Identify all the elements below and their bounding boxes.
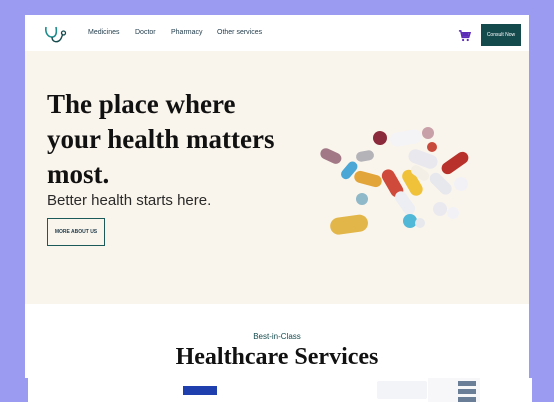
services-eyebrow: Best-in-Class: [253, 332, 301, 341]
preview-button[interactable]: [183, 386, 217, 395]
page-frame: Medicines Doctor Pharmacy Other services…: [25, 15, 529, 378]
services-title: Healthcare Services: [175, 344, 379, 370]
hero-title: The place where your health matters most…: [47, 89, 275, 189]
consult-now-button[interactable]: Consult Now: [481, 24, 521, 46]
preview-sidebar: [428, 378, 480, 402]
pills-illustration: [320, 127, 469, 235]
nav-medicines[interactable]: Medicines: [88, 29, 120, 36]
more-about-us-button[interactable]: MORE ABOUT US: [47, 218, 105, 246]
preview-thumbnail: [458, 381, 476, 386]
hero-subtitle: Better health starts here.: [47, 192, 212, 209]
nav-other-services[interactable]: Other services: [217, 29, 262, 36]
nav-doctor[interactable]: Doctor: [135, 29, 156, 36]
preview-thumbnail: [458, 397, 476, 402]
preview-panel: [377, 381, 427, 399]
preview-thumbnail: [458, 389, 476, 394]
next-page-preview: [28, 378, 532, 402]
hero-section: The place where your health matters most…: [25, 51, 529, 304]
top-navbar: Medicines Doctor Pharmacy Other services…: [25, 15, 529, 51]
nav-pharmacy[interactable]: Pharmacy: [171, 29, 203, 36]
stethoscope-icon[interactable]: [43, 25, 67, 45]
shopping-cart-icon[interactable]: [458, 29, 471, 42]
services-section: Best-in-Class Healthcare Services: [25, 304, 529, 378]
